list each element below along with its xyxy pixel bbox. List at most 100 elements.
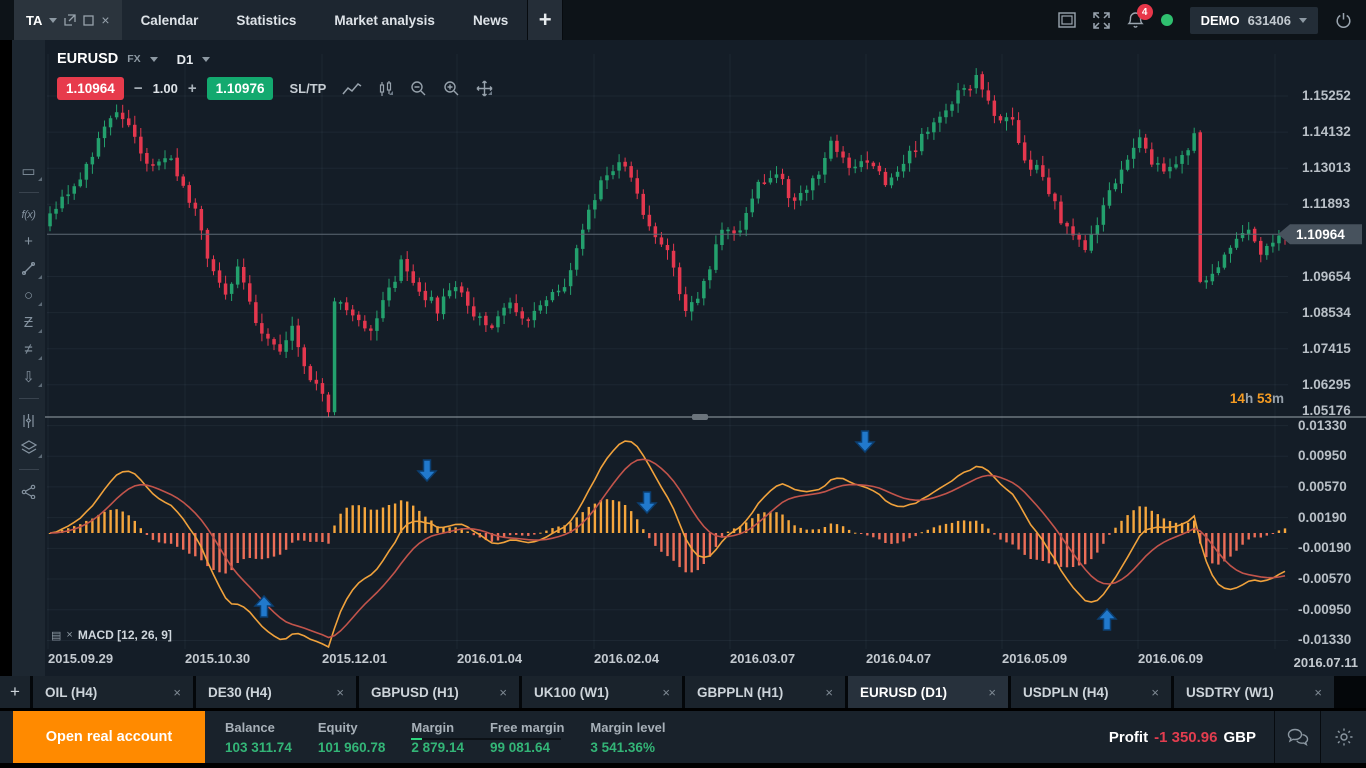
- date-axis-label: 2016.05.09: [1002, 651, 1067, 666]
- metric-value: 99 081.64: [490, 740, 564, 755]
- metric-balance: Balance103 311.74: [225, 720, 318, 755]
- price-chart[interactable]: 1.10964: [45, 40, 1366, 676]
- indicators-tool[interactable]: f(x): [15, 202, 43, 227]
- top-bar: TA × CalendarStatisticsMarket analysisNe…: [0, 0, 1366, 40]
- metric-equity: Equity101 960.78: [318, 720, 412, 755]
- toolbar-divider: [19, 469, 39, 470]
- chat-button[interactable]: [1274, 711, 1320, 763]
- workspace-title: TA: [26, 13, 42, 28]
- price-axis-label: 1.13013: [1302, 160, 1351, 175]
- close-tab-icon[interactable]: ×: [825, 685, 833, 700]
- top-tab-strip: CalendarStatisticsMarket analysisNews: [122, 0, 528, 40]
- macd-axis-label: -0.00570: [1298, 571, 1351, 586]
- metric-value: 3 541.36%: [590, 740, 665, 755]
- date-axis-label: 2016.03.07: [730, 651, 795, 666]
- fibonacci-tool[interactable]: ≠: [15, 337, 43, 362]
- indicator-label: ▤ × MACD [12, 26, 9]: [51, 628, 172, 642]
- instrument-tab-uk100[interactable]: UK100 (W1)×: [522, 676, 682, 708]
- close-tab-icon[interactable]: ×: [173, 685, 181, 700]
- date-axis-label: 2016.02.04: [594, 651, 659, 666]
- profit-value: -1 350.96: [1154, 729, 1217, 746]
- instrument-tab-label: USDTRY (W1): [1186, 685, 1274, 700]
- timeframe-label: D1: [177, 52, 194, 67]
- signal-arrow-up: [255, 596, 273, 617]
- close-tab-icon[interactable]: ×: [1314, 685, 1322, 700]
- metric-value: 2 879.14: [411, 740, 464, 755]
- instrument-tab-gbppln[interactable]: GBPPLN (H1)×: [685, 676, 845, 708]
- add-workspace-tab-button[interactable]: +: [527, 0, 563, 40]
- price-axis-label: 1.14132: [1302, 124, 1351, 139]
- elliott-wave-tool[interactable]: Ƶ: [15, 310, 43, 335]
- close-tab-icon[interactable]: ×: [988, 685, 996, 700]
- share-tool[interactable]: [15, 479, 43, 504]
- trendline-tool[interactable]: [15, 256, 43, 281]
- volume-value[interactable]: 1.00: [153, 81, 178, 96]
- add-instrument-tab-button[interactable]: +: [0, 676, 30, 708]
- volume-profile-tool[interactable]: [15, 408, 43, 433]
- signal-arrow-down: [856, 431, 874, 452]
- open-real-account-button[interactable]: Open real account: [13, 711, 205, 763]
- instrument-tab-de30[interactable]: DE30 (H4)×: [196, 676, 356, 708]
- instrument-tab-gbpusd[interactable]: GBPUSD (H1)×: [359, 676, 519, 708]
- metric-label: Equity: [318, 720, 386, 735]
- chart-window-tool[interactable]: ▭: [15, 158, 43, 183]
- maximize-icon[interactable]: [83, 15, 94, 26]
- sell-button[interactable]: 1.10964: [57, 77, 124, 100]
- buy-button[interactable]: 1.10976: [207, 77, 274, 100]
- symbol-dropdown-icon[interactable]: [150, 57, 158, 62]
- status-bar: Open real account Balance103 311.74Equit…: [0, 711, 1366, 763]
- profit-label: Profit: [1109, 729, 1148, 746]
- fullscreen-icon[interactable]: [1093, 12, 1110, 29]
- sltp-button[interactable]: SL/TP: [289, 81, 326, 96]
- ellipse-tool[interactable]: ○: [15, 283, 43, 308]
- top-tab-calendar[interactable]: Calendar: [122, 0, 218, 40]
- price-axis-label: 1.05176: [1302, 403, 1351, 418]
- power-logout-icon[interactable]: [1335, 12, 1352, 29]
- metric-margin: Margin 2 879.14: [411, 720, 490, 755]
- layout-icon[interactable]: [1058, 12, 1076, 28]
- crosshair-add-tool[interactable]: +: [15, 229, 43, 254]
- popout-icon[interactable]: [64, 14, 76, 26]
- candlestick-chart-type-icon[interactable]: [378, 81, 394, 97]
- chart-canvas[interactable]: 1.10964 EURUSD FX D1 1.10964 − 1.00 + 1.…: [45, 40, 1366, 676]
- instrument-tab-eurusd[interactable]: EURUSD (D1)×: [848, 676, 1008, 708]
- price-axis-label: 1.11893: [1302, 196, 1350, 211]
- instrument-tab-usdtry[interactable]: USDTRY (W1) ×: [1174, 676, 1334, 708]
- topbar-left-pad: [0, 0, 14, 40]
- metric-label: Margin: [411, 720, 464, 735]
- notification-badge: 4: [1137, 4, 1153, 20]
- account-selector[interactable]: DEMO 631406: [1190, 7, 1318, 34]
- top-tab-news[interactable]: News: [454, 0, 527, 40]
- instrument-tab-oil[interactable]: OIL (H4)×: [33, 676, 193, 708]
- account-mode: DEMO: [1201, 13, 1240, 28]
- volume-increase-button[interactable]: +: [188, 80, 197, 97]
- macd-axis-label: 0.00950: [1298, 448, 1347, 463]
- notifications-bell-icon[interactable]: 4: [1127, 11, 1144, 29]
- workspace-menu[interactable]: TA ×: [14, 0, 122, 40]
- account-metrics: Balance103 311.74Equity101 960.78Margin 2…: [205, 711, 692, 763]
- chevron-down-icon: [1299, 18, 1307, 23]
- top-tab-market-analysis[interactable]: Market analysis: [315, 0, 454, 40]
- volume-decrease-button[interactable]: −: [134, 80, 143, 97]
- close-tab-icon[interactable]: ×: [662, 685, 670, 700]
- signal-arrow-up: [1098, 609, 1116, 630]
- settings-gear-icon[interactable]: [1320, 711, 1366, 763]
- close-tab-icon[interactable]: ×: [499, 685, 507, 700]
- timeframe-dropdown-icon[interactable]: [202, 57, 210, 62]
- arrow-marker-tool[interactable]: ⇩: [15, 364, 43, 389]
- close-tab-icon[interactable]: ×: [1151, 685, 1159, 700]
- price-axis-label: 1.09654: [1302, 269, 1351, 284]
- instrument-tab-usdpln[interactable]: USDPLN (H4)×: [1011, 676, 1171, 708]
- symbol-label: EURUSD: [57, 51, 118, 67]
- line-chart-type-icon[interactable]: [342, 82, 362, 96]
- zoom-out-icon[interactable]: [410, 80, 427, 97]
- indicator-settings-icon[interactable]: ▤: [51, 629, 61, 642]
- zoom-in-icon[interactable]: [443, 80, 460, 97]
- close-workspace-icon[interactable]: ×: [101, 13, 109, 27]
- indicator-close-icon[interactable]: ×: [66, 629, 72, 641]
- left-edge: [0, 40, 12, 676]
- top-tab-statistics[interactable]: Statistics: [217, 0, 315, 40]
- close-tab-icon[interactable]: ×: [336, 685, 344, 700]
- layers-tool[interactable]: [15, 435, 43, 460]
- move-chart-icon[interactable]: [476, 80, 493, 97]
